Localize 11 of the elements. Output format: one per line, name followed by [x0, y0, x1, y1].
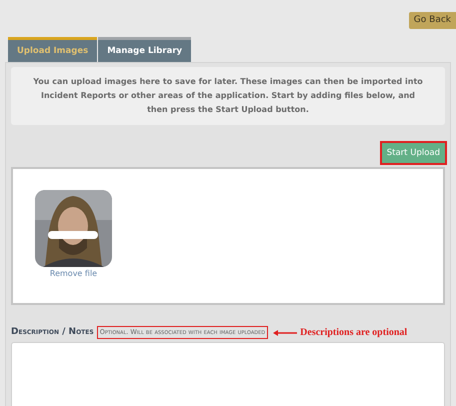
description-field[interactable]	[11, 342, 445, 406]
remove-file-link[interactable]: Remove file	[50, 268, 98, 280]
annotation-text: Descriptions are optional	[300, 326, 408, 340]
drop-zone[interactable]: Remove file	[11, 167, 445, 305]
description-label: Description / Notes	[11, 326, 94, 339]
tab[interactable]: Manage Library	[98, 37, 192, 62]
go-back-button[interactable]: Go Back	[408, 12, 456, 29]
arrow-icon	[273, 330, 298, 336]
info-text: You can upload images here to save for later. These images can then be imported into Incident Reports or other areas of the application. Start by adding files below, and then press the Start Upload button.	[11, 67, 445, 125]
tab[interactable]: Upload Images	[8, 37, 98, 62]
start-upload-button[interactable]: Start Upload	[382, 143, 445, 163]
